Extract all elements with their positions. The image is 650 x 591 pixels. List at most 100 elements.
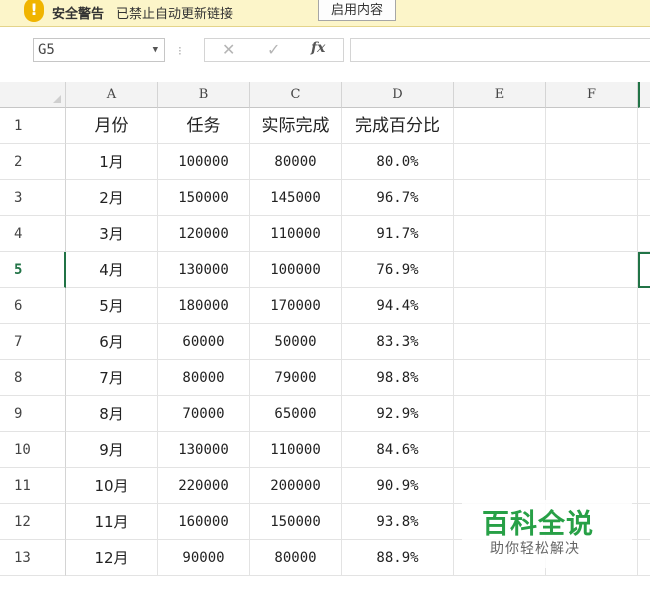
cell-c2[interactable]: 80000 [250, 144, 342, 180]
column-header-c[interactable]: C [250, 82, 342, 108]
cell-b1[interactable]: 任务 [158, 108, 250, 144]
cell-d9[interactable]: 92.9% [342, 396, 454, 432]
row-header-4[interactable]: 4 [0, 216, 66, 252]
cell-a9[interactable]: 8月 [66, 396, 158, 432]
cell-d13[interactable]: 88.9% [342, 540, 454, 576]
cell-e6[interactable] [454, 288, 546, 324]
column-header-a[interactable]: A [66, 82, 158, 108]
cell-g2[interactable] [638, 144, 650, 180]
cell-g13[interactable] [638, 540, 650, 576]
cell-c9[interactable]: 65000 [250, 396, 342, 432]
cell-f1[interactable] [546, 108, 638, 144]
cancel-icon[interactable]: ✕ [222, 40, 235, 59]
cell-b7[interactable]: 60000 [158, 324, 250, 360]
cell-a1[interactable]: 月份 [66, 108, 158, 144]
cell-f5[interactable] [546, 252, 638, 288]
dropdown-arrow-icon[interactable]: ▼ [153, 39, 158, 61]
enter-icon[interactable]: ✓ [267, 40, 280, 59]
column-header-e[interactable]: E [454, 82, 546, 108]
column-header-f[interactable]: F [546, 82, 638, 108]
cell-a6[interactable]: 5月 [66, 288, 158, 324]
cell-f2[interactable] [546, 144, 638, 180]
cell-c1[interactable]: 实际完成 [250, 108, 342, 144]
row-header-1[interactable]: 1 [0, 108, 66, 144]
cell-e10[interactable] [454, 432, 546, 468]
cell-f9[interactable] [546, 396, 638, 432]
cell-d7[interactable]: 83.3% [342, 324, 454, 360]
cell-c8[interactable]: 79000 [250, 360, 342, 396]
cell-d10[interactable]: 84.6% [342, 432, 454, 468]
cell-e2[interactable] [454, 144, 546, 180]
cell-c10[interactable]: 110000 [250, 432, 342, 468]
cell-b5[interactable]: 130000 [158, 252, 250, 288]
cell-b4[interactable]: 120000 [158, 216, 250, 252]
cell-c13[interactable]: 80000 [250, 540, 342, 576]
cell-d3[interactable]: 96.7% [342, 180, 454, 216]
cell-b10[interactable]: 130000 [158, 432, 250, 468]
cell-a10[interactable]: 9月 [66, 432, 158, 468]
cell-e7[interactable] [454, 324, 546, 360]
cell-g7[interactable] [638, 324, 650, 360]
cell-f11[interactable] [546, 468, 638, 504]
cell-b13[interactable]: 90000 [158, 540, 250, 576]
cell-g1[interactable] [638, 108, 650, 144]
cell-g8[interactable] [638, 360, 650, 396]
cell-g9[interactable] [638, 396, 650, 432]
cell-a11[interactable]: 10月 [66, 468, 158, 504]
cell-a12[interactable]: 11月 [66, 504, 158, 540]
column-header-d[interactable]: D [342, 82, 454, 108]
cell-g6[interactable] [638, 288, 650, 324]
cell-d5[interactable]: 76.9% [342, 252, 454, 288]
cell-c4[interactable]: 110000 [250, 216, 342, 252]
cell-f4[interactable] [546, 216, 638, 252]
row-header-10[interactable]: 10 [0, 432, 66, 468]
cell-b8[interactable]: 80000 [158, 360, 250, 396]
cell-b9[interactable]: 70000 [158, 396, 250, 432]
cell-d8[interactable]: 98.8% [342, 360, 454, 396]
row-header-2[interactable]: 2 [0, 144, 66, 180]
cell-c3[interactable]: 145000 [250, 180, 342, 216]
fx-icon[interactable]: fx [311, 40, 325, 56]
cell-a3[interactable]: 2月 [66, 180, 158, 216]
cell-a2[interactable]: 1月 [66, 144, 158, 180]
cell-d6[interactable]: 94.4% [342, 288, 454, 324]
name-box[interactable]: G5 ▼ [33, 38, 165, 62]
row-header-12[interactable]: 12 [0, 504, 66, 540]
cell-e8[interactable] [454, 360, 546, 396]
cell-g3[interactable] [638, 180, 650, 216]
cell-b3[interactable]: 150000 [158, 180, 250, 216]
enable-content-button[interactable]: 启用内容 [318, 0, 396, 21]
cell-g4[interactable] [638, 216, 650, 252]
column-header-g[interactable] [638, 82, 650, 108]
cell-a13[interactable]: 12月 [66, 540, 158, 576]
cell-e9[interactable] [454, 396, 546, 432]
row-header-7[interactable]: 7 [0, 324, 66, 360]
cell-g12[interactable] [638, 504, 650, 540]
cell-e5[interactable] [454, 252, 546, 288]
cell-d1[interactable]: 完成百分比 [342, 108, 454, 144]
row-header-6[interactable]: 6 [0, 288, 66, 324]
cell-d2[interactable]: 80.0% [342, 144, 454, 180]
cell-e3[interactable] [454, 180, 546, 216]
formula-input[interactable] [350, 38, 650, 62]
cell-c11[interactable]: 200000 [250, 468, 342, 504]
column-header-b[interactable]: B [158, 82, 250, 108]
cell-e4[interactable] [454, 216, 546, 252]
cell-a5[interactable]: 4月 [66, 252, 158, 288]
row-header-3[interactable]: 3 [0, 180, 66, 216]
cell-b12[interactable]: 160000 [158, 504, 250, 540]
cell-d4[interactable]: 91.7% [342, 216, 454, 252]
cell-f7[interactable] [546, 324, 638, 360]
cell-g10[interactable] [638, 432, 650, 468]
row-header-13[interactable]: 13 [0, 540, 66, 576]
select-all-corner[interactable] [0, 82, 66, 108]
cell-g11[interactable] [638, 468, 650, 504]
cell-c5[interactable]: 100000 [250, 252, 342, 288]
cell-e1[interactable] [454, 108, 546, 144]
row-header-5[interactable]: 5 [0, 252, 66, 288]
cell-f8[interactable] [546, 360, 638, 396]
cell-a7[interactable]: 6月 [66, 324, 158, 360]
cell-e11[interactable] [454, 468, 546, 504]
cell-b2[interactable]: 100000 [158, 144, 250, 180]
cell-f10[interactable] [546, 432, 638, 468]
